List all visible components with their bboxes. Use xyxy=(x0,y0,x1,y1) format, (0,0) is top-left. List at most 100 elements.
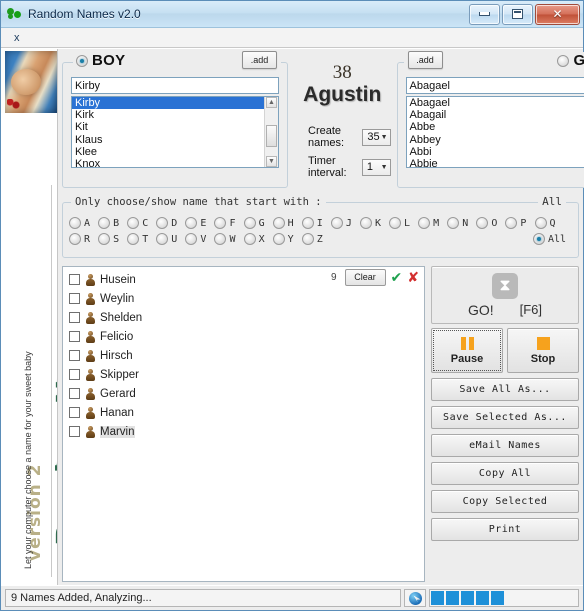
create-names-select[interactable]: 35 ▼ xyxy=(362,128,391,146)
letter-option-n[interactable]: N xyxy=(447,217,476,229)
letter-option-b[interactable]: B xyxy=(98,217,127,229)
row-checkbox[interactable] xyxy=(69,426,80,437)
letter-option-h[interactable]: H xyxy=(272,217,302,229)
boy-list-item[interactable]: Kirk xyxy=(72,109,264,121)
letter-option-v[interactable]: V xyxy=(185,233,214,245)
letter-option-u[interactable]: U xyxy=(156,233,185,245)
letter-radio[interactable] xyxy=(447,217,460,229)
letter-radio[interactable] xyxy=(359,217,372,229)
copy-selected-button[interactable]: Copy Selected xyxy=(431,490,579,513)
letter-option-y[interactable]: Y xyxy=(272,233,302,245)
list-item[interactable]: Skipper xyxy=(69,365,424,384)
letter-option-m[interactable]: M xyxy=(418,217,447,229)
save-all-as-button[interactable]: Save All As... xyxy=(431,378,579,401)
letter-radio[interactable] xyxy=(214,217,227,229)
letter-radio[interactable] xyxy=(69,217,81,229)
letter-radio[interactable] xyxy=(505,217,518,229)
letter-radio[interactable] xyxy=(185,233,198,245)
globe-icon[interactable] xyxy=(404,589,426,607)
girl-list-item[interactable]: Abagail xyxy=(407,109,584,121)
list-item[interactable]: Husein xyxy=(69,270,424,289)
boy-list-item[interactable]: Klee xyxy=(72,146,264,158)
pause-button[interactable]: Pause xyxy=(431,328,503,373)
letter-option-w[interactable]: W xyxy=(214,233,243,245)
letter-radio[interactable] xyxy=(127,233,140,245)
row-checkbox[interactable] xyxy=(69,293,80,304)
letter-radio[interactable] xyxy=(389,217,402,229)
menu-item-x[interactable]: x xyxy=(9,31,25,45)
list-item[interactable]: Weylin xyxy=(69,289,424,308)
boy-name-listbox[interactable]: Kirby Kirk Kit Klaus Klee Knox ▲ ▼ xyxy=(71,96,279,168)
letter-radio[interactable] xyxy=(156,233,169,245)
list-item[interactable]: Felicio xyxy=(69,327,424,346)
save-selected-as-button[interactable]: Save Selected As... xyxy=(431,406,579,429)
list-item[interactable]: Hanan xyxy=(69,403,424,422)
letter-option-z[interactable]: Z xyxy=(301,233,331,245)
letter-radio[interactable] xyxy=(69,233,81,245)
row-checkbox[interactable] xyxy=(69,388,80,399)
letter-option-x[interactable]: X xyxy=(243,233,273,245)
letter-option-r[interactable]: R xyxy=(69,233,98,245)
girl-list-item[interactable]: Abbie xyxy=(407,158,584,167)
letter-radio[interactable] xyxy=(301,233,314,245)
letter-option-s[interactable]: S xyxy=(98,233,127,245)
generated-names-list[interactable]: 9 Clear ✔ ✘ Husein Weylin Shelden Felici… xyxy=(62,266,425,582)
boy-add-button[interactable]: .add xyxy=(242,51,277,69)
maximize-button[interactable] xyxy=(502,3,533,25)
letter-radio[interactable] xyxy=(301,217,314,229)
copy-all-button[interactable]: Copy All xyxy=(431,462,579,485)
letter-radio[interactable] xyxy=(534,217,547,229)
go-button[interactable]: ⧗ GO! [F6] xyxy=(431,266,579,324)
scroll-up-icon[interactable]: ▲ xyxy=(266,97,277,108)
boy-list-scrollbar[interactable]: ▲ ▼ xyxy=(264,97,278,167)
letter-radio[interactable] xyxy=(127,217,140,229)
letter-option-t[interactable]: T xyxy=(127,233,156,245)
letter-option-p[interactable]: P xyxy=(505,217,534,229)
row-checkbox[interactable] xyxy=(69,350,80,361)
letter-option-e[interactable]: E xyxy=(185,217,214,229)
row-checkbox[interactable] xyxy=(69,331,80,342)
close-button[interactable]: ✕ xyxy=(535,3,580,25)
letter-option-q[interactable]: Q xyxy=(534,217,564,229)
letter-radio[interactable] xyxy=(185,217,198,229)
letter-option-o[interactable]: O xyxy=(476,217,505,229)
timer-interval-select[interactable]: 1 ▼ xyxy=(361,158,391,176)
print-button[interactable]: Print xyxy=(431,518,579,541)
girl-list-item[interactable]: Abbey xyxy=(407,134,584,146)
letter-option-all[interactable]: All xyxy=(532,233,572,245)
boy-list-item[interactable]: Kirby xyxy=(72,97,264,110)
row-checkbox[interactable] xyxy=(69,312,80,323)
boy-list-item[interactable]: Kit xyxy=(72,121,264,133)
boy-name-input[interactable]: Kirby xyxy=(71,77,279,94)
girl-list-item[interactable]: Abagael xyxy=(407,97,584,109)
letter-radio[interactable] xyxy=(98,233,111,245)
letter-radio[interactable] xyxy=(272,217,285,229)
list-item[interactable]: Marvin xyxy=(69,422,424,441)
letter-radio[interactable] xyxy=(156,217,169,229)
letter-option-f[interactable]: F xyxy=(214,217,243,229)
list-item[interactable]: Shelden xyxy=(69,308,424,327)
row-checkbox[interactable] xyxy=(69,274,80,285)
letter-radio[interactable] xyxy=(418,217,431,229)
stop-button[interactable]: Stop xyxy=(507,328,579,373)
row-checkbox[interactable] xyxy=(69,369,80,380)
letter-radio[interactable] xyxy=(243,233,256,245)
letter-option-j[interactable]: J xyxy=(330,217,360,229)
list-item[interactable]: Gerard xyxy=(69,384,424,403)
letter-option-i[interactable]: I xyxy=(301,217,331,229)
girl-add-button[interactable]: .add xyxy=(407,51,443,69)
letter-radio[interactable] xyxy=(98,217,111,229)
girl-radio[interactable] xyxy=(557,54,570,67)
letter-radio[interactable] xyxy=(243,217,256,229)
email-names-button[interactable]: eMail Names xyxy=(431,434,579,457)
boy-radio[interactable] xyxy=(76,54,88,67)
letter-option-d[interactable]: D xyxy=(156,217,185,229)
letter-radio[interactable] xyxy=(330,217,343,229)
letter-option-c[interactable]: C xyxy=(127,217,156,229)
boy-list-item[interactable]: Klaus xyxy=(72,134,264,146)
letter-option-l[interactable]: L xyxy=(389,217,418,229)
scrollbar-thumb[interactable] xyxy=(266,125,277,147)
letter-radio[interactable] xyxy=(214,233,227,245)
girl-name-input[interactable]: Abagael xyxy=(405,77,584,94)
letter-option-g[interactable]: G xyxy=(243,217,273,229)
